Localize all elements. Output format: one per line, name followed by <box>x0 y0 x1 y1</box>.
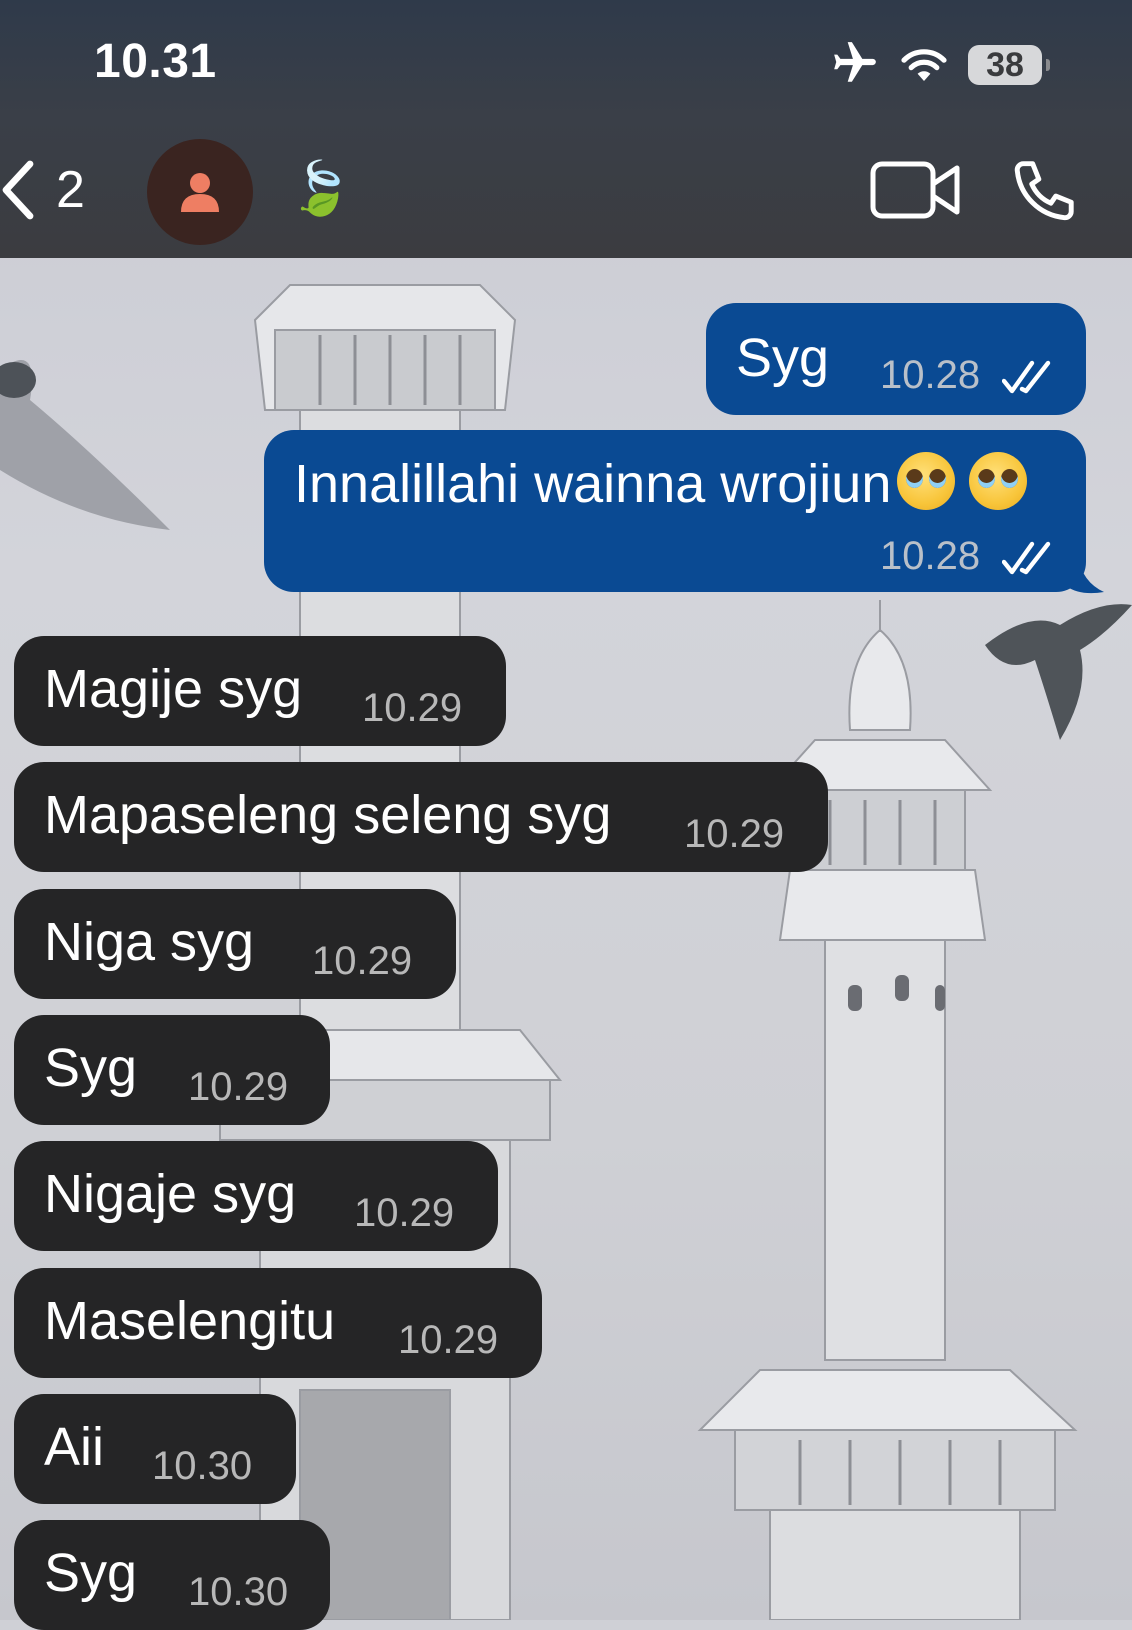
contact-avatar[interactable] <box>147 139 253 245</box>
pleading-face-emoji <box>897 452 956 510</box>
message-time: 10.29 <box>354 1191 455 1235</box>
video-call-icon <box>870 161 960 219</box>
read-receipt-icon <box>1002 541 1051 575</box>
message-text-line: Innalillahi wainna wrojiun <box>294 452 1028 515</box>
message-text: Niga syg <box>44 912 255 972</box>
message-text: Innalillahi wainna wrojiun <box>294 454 892 514</box>
unread-count: 2 <box>56 161 85 219</box>
message-text: Aii <box>44 1417 105 1477</box>
airplane-icon <box>830 38 880 93</box>
pleading-face-emoji <box>969 452 1028 510</box>
read-receipt-icon <box>1002 360 1051 394</box>
message-text: Maselengitu <box>44 1291 336 1351</box>
battery-icon: 38 <box>968 45 1050 85</box>
message-incoming[interactable]: Maselengitu 10.29 <box>14 1268 542 1378</box>
message-text: Magije syg <box>44 659 303 719</box>
message-time: 10.29 <box>684 812 785 856</box>
message-incoming[interactable]: Syg 10.29 <box>14 1015 330 1125</box>
message-text: Syg <box>44 1038 138 1098</box>
message-time: 10.30 <box>188 1570 289 1614</box>
message-text: Nigaje syg <box>44 1164 297 1224</box>
contact-name-emoji[interactable]: 🍃 <box>288 158 353 219</box>
message-outgoing[interactable]: Syg 10.28 <box>706 303 1086 415</box>
message-incoming[interactable]: Mapaseleng seleng syg 10.29 <box>14 762 828 872</box>
message-incoming[interactable]: Aii 10.30 <box>14 1394 296 1504</box>
person-icon <box>181 173 219 212</box>
status-icons: 38 <box>830 38 1050 93</box>
message-text: Syg <box>44 1543 138 1603</box>
message-time: 10.29 <box>362 686 463 730</box>
bubble-tail <box>1066 556 1104 594</box>
message-text: Syg <box>736 328 830 388</box>
phone-call-button[interactable] <box>1008 156 1082 235</box>
message-time: 10.28 <box>880 353 981 397</box>
message-time: 10.29 <box>312 939 413 983</box>
chevron-left-icon <box>2 160 34 220</box>
message-incoming[interactable]: Niga syg 10.29 <box>14 889 456 999</box>
message-time: 10.28 <box>880 534 981 578</box>
message-time: 10.30 <box>152 1444 253 1488</box>
message-incoming[interactable]: Magije syg 10.29 <box>14 636 506 746</box>
message-incoming[interactable]: Syg 10.30 <box>14 1520 330 1630</box>
message-time: 10.29 <box>398 1318 499 1362</box>
phone-call-icon <box>1014 161 1074 221</box>
video-call-button[interactable] <box>870 158 962 227</box>
bird-right <box>985 604 1132 740</box>
message-outgoing[interactable]: Innalillahi wainna wrojiun 10.28 <box>264 430 1086 592</box>
message-text: Mapaseleng seleng syg <box>44 785 612 845</box>
message-time: 10.29 <box>188 1065 289 1109</box>
back-button[interactable]: 2 <box>0 150 85 230</box>
status-time: 10.31 <box>94 35 217 88</box>
chat-header: 10.31 38 2 🍃 <box>0 0 1132 258</box>
message-incoming[interactable]: Nigaje syg 10.29 <box>14 1141 498 1251</box>
bird-left <box>0 360 170 530</box>
wifi-icon <box>898 42 950 89</box>
